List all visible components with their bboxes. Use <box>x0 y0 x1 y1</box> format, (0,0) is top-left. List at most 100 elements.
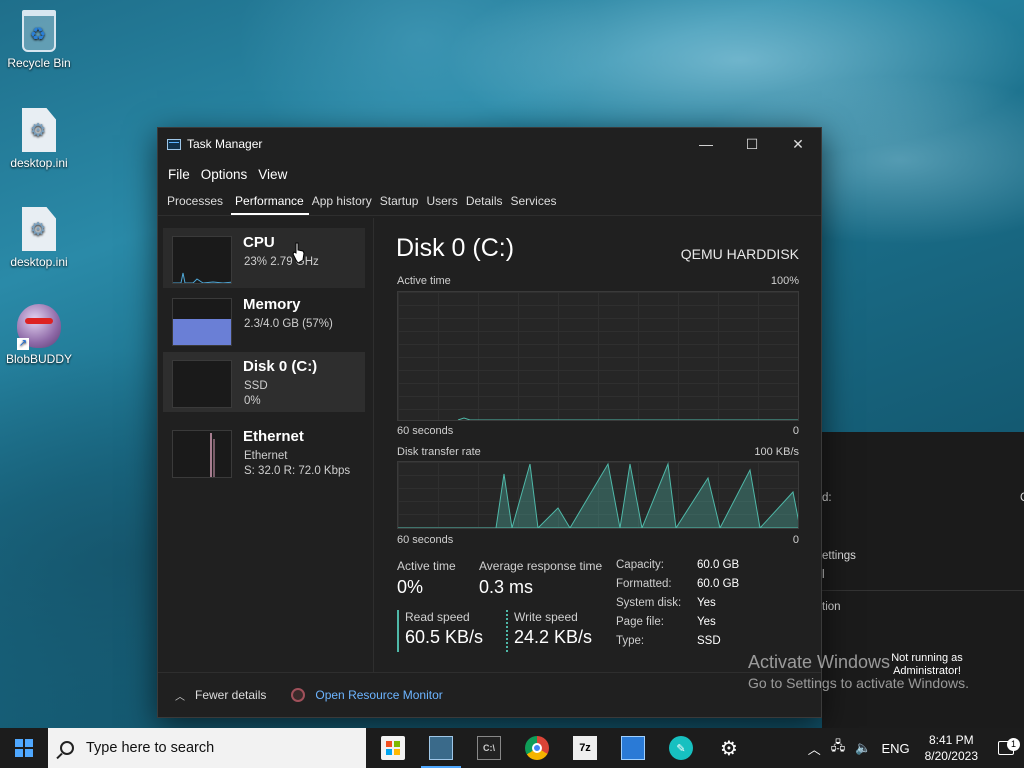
task-manager-window[interactable]: Task Manager — ☐ ✕ File Options View Pro… <box>157 127 822 718</box>
desktop-icon-desktop-ini-1[interactable]: ⚙ desktop.ini <box>4 108 74 170</box>
bg-text: tion <box>822 601 841 613</box>
info-capacity-label: Capacity: <box>616 559 664 571</box>
recycle-bin-icon: ♻ <box>22 10 56 52</box>
mouse-cursor-icon <box>292 242 305 264</box>
resource-name: Ethernet <box>243 428 304 445</box>
menu-view[interactable]: View <box>257 165 293 184</box>
settings-file-icon: ⚙ <box>22 108 56 152</box>
desktop-icon-label: BlobBUDDY <box>5 352 73 366</box>
read-speed-indicator <box>397 610 399 652</box>
chevron-up-icon: ︿ <box>175 691 185 703</box>
info-formatted-value: 60.0 GB <box>697 578 740 590</box>
settings-icon: ⚙ <box>720 737 738 760</box>
taskbar-task-manager[interactable] <box>417 728 465 768</box>
desktop-icon-desktop-ini-2[interactable]: ⚙ desktop.ini <box>4 207 74 269</box>
menu-options[interactable]: Options <box>200 165 254 184</box>
tab-services[interactable]: Services <box>511 194 562 215</box>
graph-max: 100 KB/s <box>754 446 799 458</box>
tab-details[interactable]: Details <box>466 194 508 215</box>
avg-response-label: Average response time <box>479 559 603 573</box>
desktop-icon-label: Recycle Bin <box>7 56 71 70</box>
resource-cpu[interactable]: CPU 23% 2.79 GHz <box>163 228 365 288</box>
bg-text: l <box>822 569 825 581</box>
window-title: Task Manager <box>187 137 263 151</box>
bg-text: ettings <box>822 550 856 562</box>
info-type-value: SSD <box>697 635 721 647</box>
notification-center-button[interactable]: 1 <box>988 738 1024 755</box>
tab-processes[interactable]: Processes <box>167 194 228 215</box>
7zip-icon: 7z <box>573 736 597 760</box>
fewer-details-button[interactable]: ︿ Fewer details <box>175 688 266 703</box>
active-time-graph <box>397 291 799 421</box>
tab-users[interactable]: Users <box>426 194 462 215</box>
maximize-button[interactable]: ☐ <box>729 128 775 160</box>
fewer-details-label: Fewer details <box>195 688 267 702</box>
task-manager-icon <box>167 138 181 150</box>
graph-max: 100% <box>770 275 799 287</box>
close-button[interactable]: ✕ <box>775 128 821 160</box>
feather-app-icon: ✎ <box>669 736 693 760</box>
resource-monitor-icon <box>291 688 306 702</box>
taskbar-7zip[interactable]: 7z <box>561 728 609 768</box>
open-resource-monitor-label: Open Resource Monitor <box>315 688 443 702</box>
graph-time: 60 seconds <box>397 425 454 437</box>
chrome-icon <box>525 736 549 760</box>
menu-file[interactable]: File <box>167 165 196 184</box>
info-system-disk-label: System disk: <box>616 597 682 609</box>
minimize-button[interactable]: — <box>683 128 729 160</box>
taskbar-store[interactable] <box>369 728 417 768</box>
search-icon <box>60 741 74 755</box>
graph-label: Disk transfer rate <box>397 446 481 458</box>
graph-label: Active time <box>397 275 451 287</box>
desktop-icon-blobbuddy[interactable]: ↗ BlobBUDDY <box>4 304 74 366</box>
resource-detail: 23% 2.79 GHz <box>244 256 319 268</box>
resource-ethernet[interactable]: Ethernet Ethernet S: 32.0 R: 72.0 Kbps <box>163 422 365 482</box>
taskbar-cmd[interactable]: C:\ <box>465 728 513 768</box>
info-page-file-label: Page file: <box>616 616 664 628</box>
app-icon <box>621 736 645 760</box>
desktop-icon-recycle-bin[interactable]: ♻ Recycle Bin <box>4 10 74 70</box>
clock-time: 8:41 PM <box>928 733 974 747</box>
clock[interactable]: 8:41 PM 8/20/2023 <box>925 732 978 764</box>
taskbar-feather-app[interactable]: ✎ <box>657 728 705 768</box>
chevron-up-icon[interactable]: ︿ <box>808 739 821 758</box>
resource-detail: Ethernet <box>244 450 288 462</box>
volume-icon[interactable]: 🔈 <box>855 740 871 756</box>
open-resource-monitor-link[interactable]: Open Resource Monitor <box>291 688 443 702</box>
info-capacity-value: 60.0 GB <box>697 559 740 571</box>
resource-disk0[interactable]: Disk 0 (C:) SSD 0% <box>163 352 365 412</box>
search-placeholder: Type here to search <box>86 740 215 756</box>
title-bar[interactable]: Task Manager — ☐ ✕ <box>158 128 821 160</box>
bg-text: C <box>1020 492 1024 504</box>
tab-performance[interactable]: Performance <box>231 194 309 215</box>
tab-app-history[interactable]: App history <box>312 194 377 215</box>
not-admin-notice: Not running as Administrator! <box>891 652 963 677</box>
info-type-label: Type: <box>616 635 645 647</box>
language-indicator[interactable]: ENG <box>881 741 909 756</box>
info-formatted-label: Formatted: <box>616 578 672 590</box>
resource-detail: 0% <box>244 395 261 407</box>
active-time-label: Active time <box>397 559 456 573</box>
notification-count: 1 <box>1007 738 1020 751</box>
bg-text: d: <box>822 492 832 504</box>
resource-name: Disk 0 (C:) <box>243 358 318 375</box>
write-speed-value: 24.2 KB/s <box>514 627 593 647</box>
start-button[interactable] <box>0 728 48 768</box>
taskbar-settings[interactable]: ⚙ <box>705 728 753 768</box>
network-icon[interactable]: 🖧 <box>831 737 846 759</box>
taskbar: Type here to search C:\ 7z ✎ ⚙ ︿ 🖧 🔈 ENG… <box>0 728 1024 768</box>
taskbar-app[interactable] <box>609 728 657 768</box>
cmd-icon: C:\ <box>477 736 501 760</box>
cpu-thumbnail-graph <box>172 236 232 284</box>
divider <box>822 590 1024 591</box>
task-manager-icon <box>429 736 453 760</box>
tab-startup[interactable]: Startup <box>380 194 424 215</box>
taskbar-search-box[interactable]: Type here to search <box>48 728 366 768</box>
read-speed-label: Read speed <box>405 610 470 624</box>
resource-detail: S: 32.0 R: 72.0 Kbps <box>244 465 351 477</box>
resource-memory[interactable]: Memory 2.3/4.0 GB (57%) <box>163 290 365 350</box>
store-icon <box>381 736 405 760</box>
taskbar-chrome[interactable] <box>513 728 561 768</box>
ethernet-thumbnail-graph <box>172 430 232 478</box>
info-system-disk-value: Yes <box>697 597 716 609</box>
